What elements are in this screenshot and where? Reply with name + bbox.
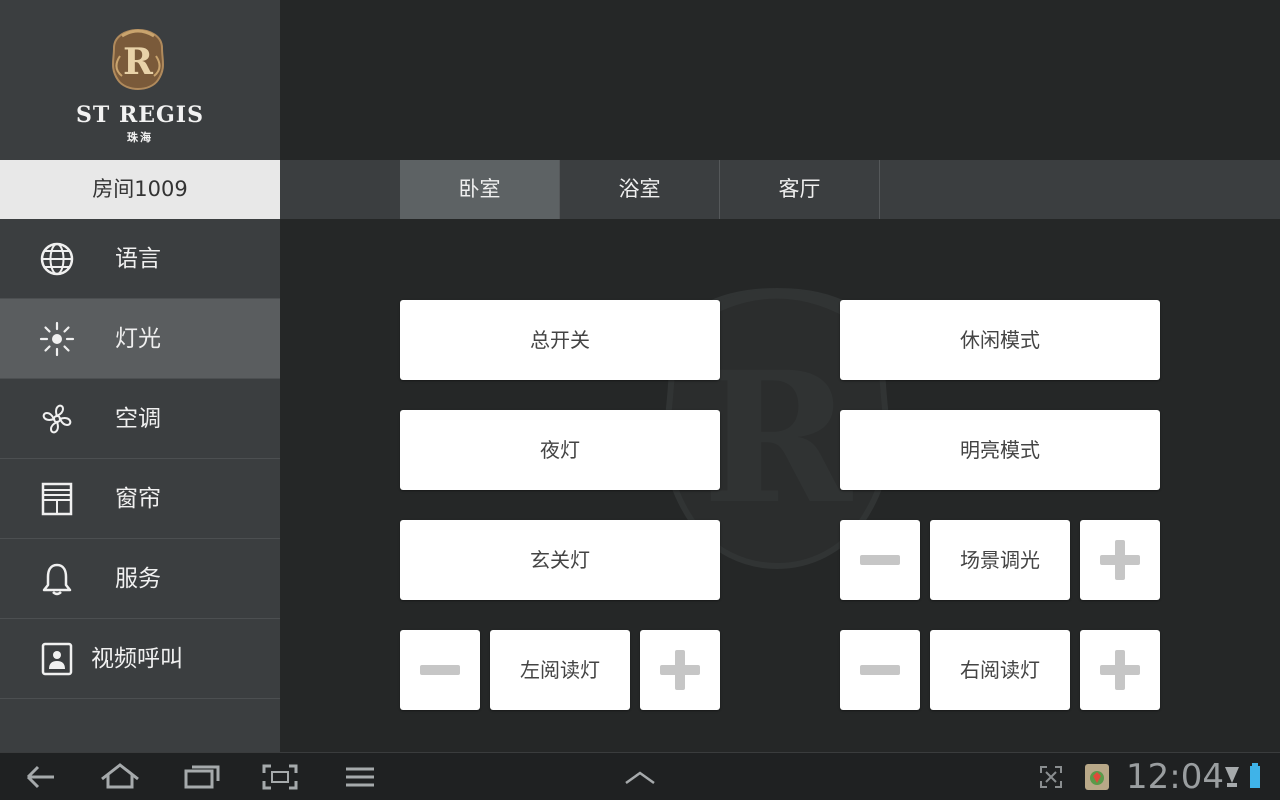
sidebar-item-label: 服务 (115, 566, 161, 592)
tab-bathroom[interactable]: 浴室 (560, 160, 720, 219)
sun-icon (39, 321, 75, 357)
master-switch-button[interactable]: 总开关 (400, 300, 720, 380)
svg-text:R: R (123, 41, 154, 83)
sidebar-item-label: 视频呼叫 (91, 646, 183, 672)
right-reading-light-button[interactable]: 右阅读灯 (930, 630, 1070, 710)
st-regis-emblem-icon: R (112, 28, 164, 90)
lighting-panel: R 总开关 休闲模式 夜灯 明亮模式 玄关灯 场景调光 左阅读灯 右阅读灯 (280, 219, 1280, 752)
sidebar-item-label: 灯光 (115, 326, 161, 352)
home-icon[interactable] (98, 753, 142, 800)
right-reading-increase-button[interactable] (1080, 630, 1160, 710)
scene-dim-decrease-button[interactable] (840, 520, 920, 600)
sidebar-item-video-call[interactable]: 视频呼叫 (0, 619, 280, 699)
brand-name: ST REGIS (76, 102, 204, 128)
chevron-up-icon[interactable] (620, 753, 660, 800)
sidebar-item-air-conditioning[interactable]: 空调 (0, 379, 280, 459)
bell-icon (42, 563, 72, 596)
right-reading-decrease-button[interactable] (840, 630, 920, 710)
globe-icon (40, 242, 74, 276)
sidebar: R ST REGIS 珠海 房间1009 语言 灯光 空调 窗帘 服务 视频呼叫 (0, 0, 280, 752)
st-regis-logo: R ST REGIS 珠海 (0, 0, 280, 160)
menu-icon[interactable] (342, 753, 378, 800)
button-label: 右阅读灯 (960, 658, 1040, 682)
room-tabs: 卧室 浴室 客厅 (280, 160, 1280, 219)
entrance-light-button[interactable]: 玄关灯 (400, 520, 720, 600)
left-reading-decrease-button[interactable] (400, 630, 480, 710)
button-label: 玄关灯 (530, 548, 590, 572)
night-light-button[interactable]: 夜灯 (400, 410, 720, 490)
sidebar-item-label: 窗帘 (115, 486, 161, 512)
back-icon[interactable] (20, 753, 60, 800)
store-app-icon[interactable] (1082, 753, 1112, 800)
room-number: 房间1009 (0, 160, 280, 219)
minus-icon (860, 555, 900, 565)
fan-icon (42, 404, 72, 434)
clock: 12:04 (1126, 757, 1224, 797)
svg-text:R: R (702, 333, 853, 544)
curtain-icon (41, 482, 73, 516)
tab-bedroom[interactable]: 卧室 (400, 160, 560, 219)
system-navigation-bar: 12:04 (0, 752, 1280, 800)
left-reading-increase-button[interactable] (640, 630, 720, 710)
button-label: 左阅读灯 (520, 658, 600, 682)
button-label: 夜灯 (540, 438, 580, 462)
button-label: 总开关 (530, 328, 590, 352)
button-label: 休闲模式 (960, 328, 1040, 352)
left-reading-light-button[interactable]: 左阅读灯 (490, 630, 630, 710)
scene-dimming-button[interactable]: 场景调光 (930, 520, 1070, 600)
minus-icon (860, 665, 900, 675)
tab-living-room[interactable]: 客厅 (720, 160, 880, 219)
sidebar-item-label: 空调 (115, 406, 161, 432)
sidebar-item-label: 语言 (115, 246, 161, 272)
sidebar-item-curtains[interactable]: 窗帘 (0, 459, 280, 539)
leisure-mode-button[interactable]: 休闲模式 (840, 300, 1160, 380)
wifi-icon (1225, 767, 1239, 787)
sidebar-item-lighting[interactable]: 灯光 (0, 299, 280, 379)
bright-mode-button[interactable]: 明亮模式 (840, 410, 1160, 490)
sidebar-item-service[interactable]: 服务 (0, 539, 280, 619)
button-label: 场景调光 (960, 548, 1040, 572)
fullscreen-icon[interactable] (1038, 753, 1064, 800)
top-bar (280, 0, 1280, 160)
button-label: 明亮模式 (960, 438, 1040, 462)
screenshot-icon[interactable] (260, 753, 300, 800)
sidebar-item-language[interactable]: 语言 (0, 219, 280, 299)
brand-city: 珠海 (127, 131, 153, 144)
scene-dim-increase-button[interactable] (1080, 520, 1160, 600)
video-call-icon (41, 642, 73, 676)
recent-apps-icon[interactable] (182, 753, 222, 800)
battery-icon (1250, 763, 1260, 788)
minus-icon (420, 665, 460, 675)
